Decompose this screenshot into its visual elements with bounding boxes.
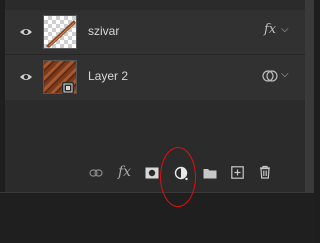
smart-object-badge-icon <box>62 82 74 94</box>
visibility-eye-icon[interactable] <box>19 71 33 83</box>
layer-row-szivar[interactable]: szivar fx ⌵ <box>5 10 305 54</box>
chevron-down-icon[interactable]: ⌵ <box>281 69 289 80</box>
layer-thumbnail[interactable] <box>43 15 77 49</box>
scrollbar[interactable] <box>305 0 314 192</box>
smart-filter-icon[interactable] <box>261 69 279 83</box>
red-annotation-circle <box>160 147 196 207</box>
layer-effects-fx-icon[interactable]: fx <box>264 22 276 37</box>
new-layer-icon[interactable] <box>231 166 244 179</box>
layer-row-layer-2[interactable]: Layer 2 ⌵ <box>5 54 305 100</box>
link-icon[interactable] <box>89 168 103 178</box>
cigar-stick-icon <box>46 20 76 48</box>
chevron-down-icon[interactable]: ⌵ <box>281 24 289 35</box>
layer-name[interactable]: Layer 2 <box>88 69 128 83</box>
trash-icon[interactable] <box>259 165 271 179</box>
fx-icon[interactable]: fx <box>118 164 131 180</box>
visibility-eye-icon[interactable] <box>19 26 33 38</box>
layer-name[interactable]: szivar <box>88 24 119 38</box>
layers-toolbar: fx <box>5 160 305 188</box>
canvas-background <box>0 192 314 243</box>
folder-icon[interactable] <box>203 167 217 179</box>
mask-icon[interactable] <box>145 167 159 179</box>
